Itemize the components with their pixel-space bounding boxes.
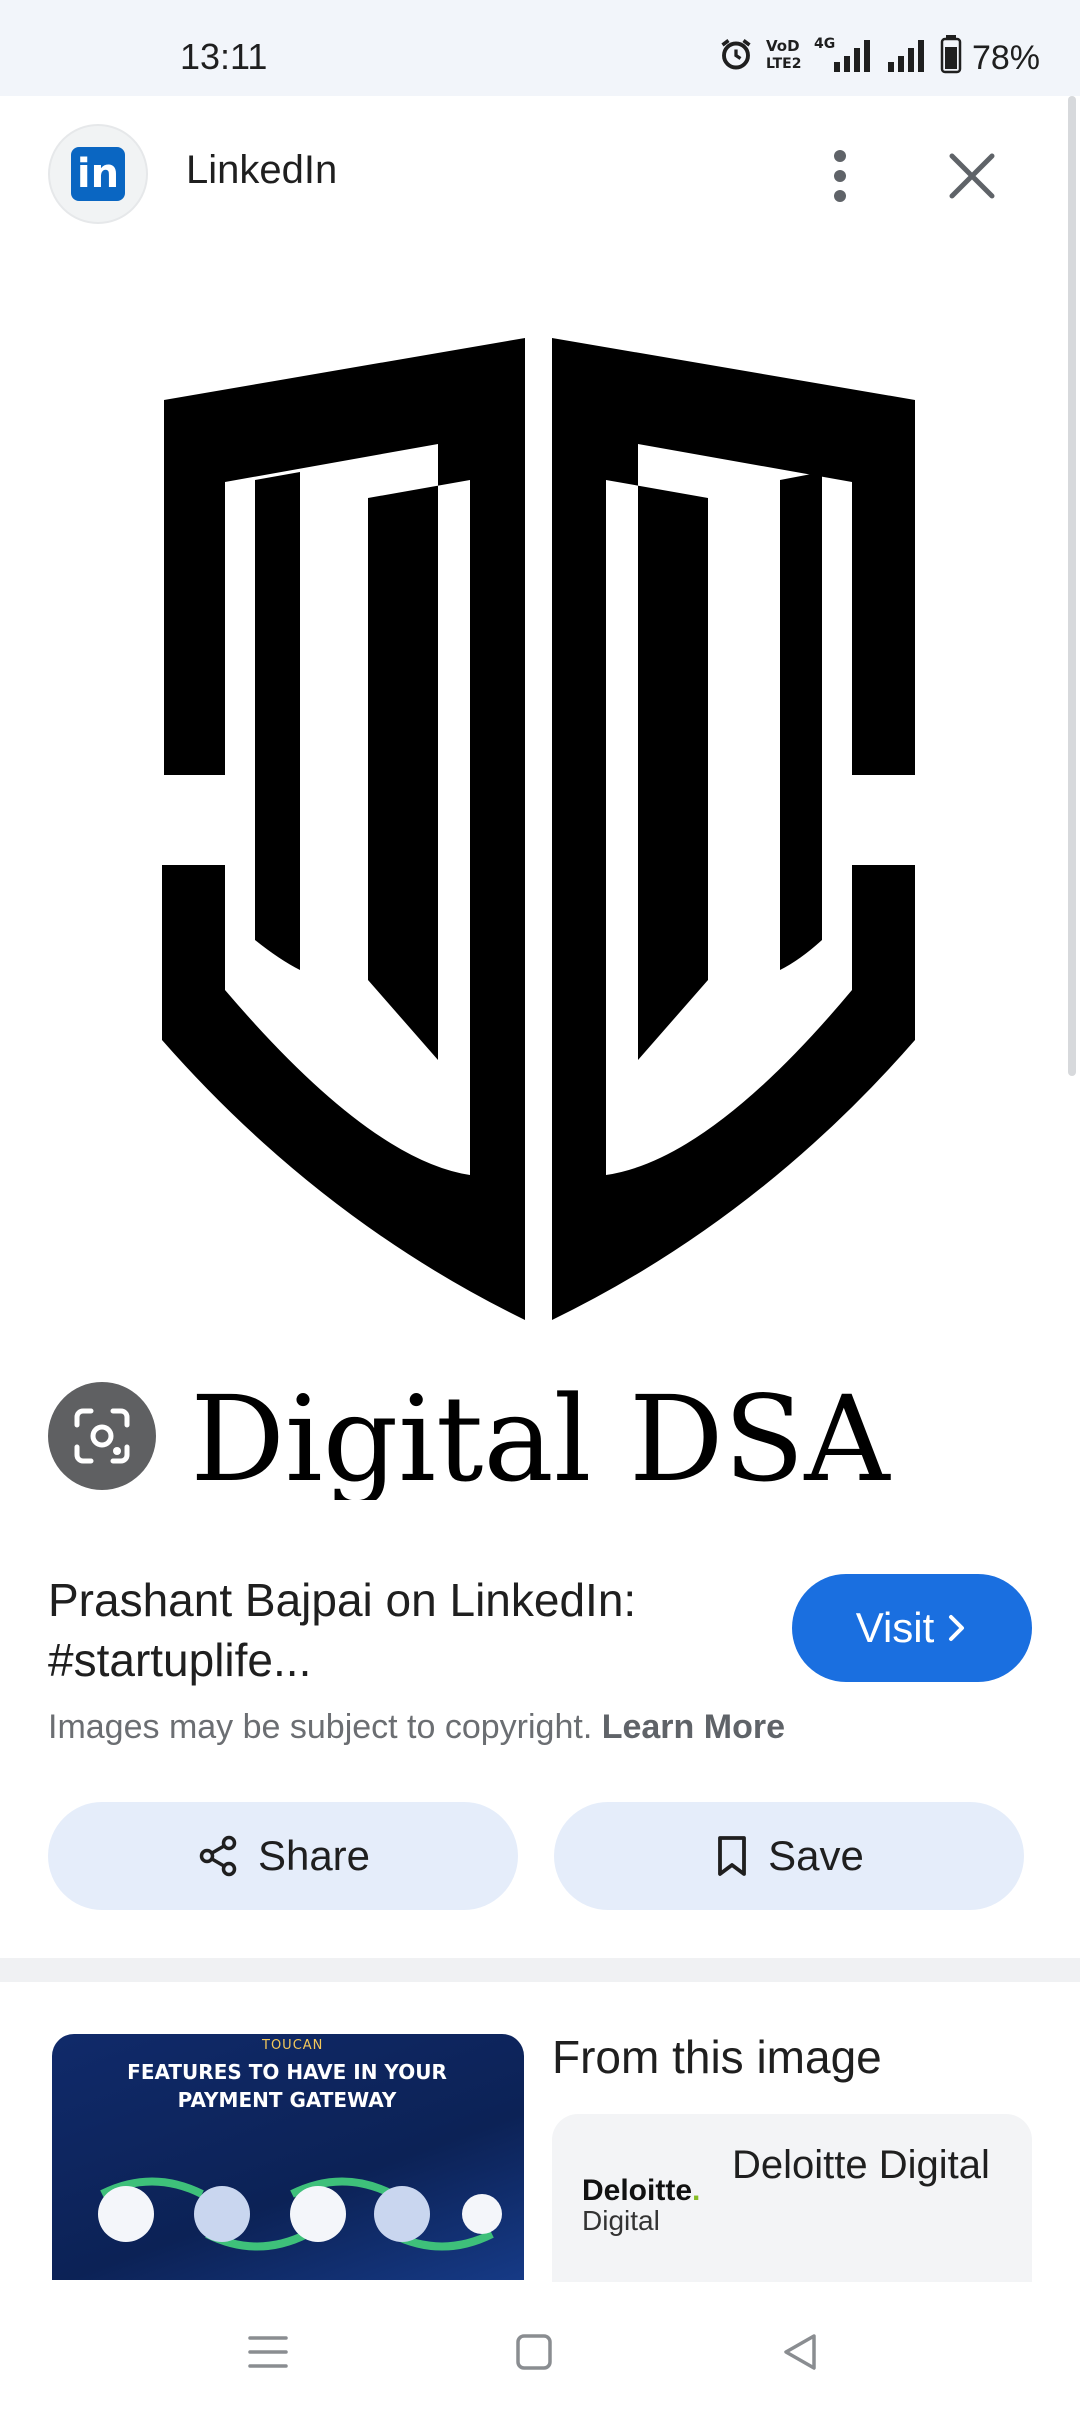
- share-icon: [199, 1835, 237, 1877]
- lens-search-button[interactable]: [48, 1382, 156, 1490]
- save-button[interactable]: Save: [554, 1802, 1024, 1910]
- result-header: in LinkedIn: [0, 96, 1080, 252]
- back-button[interactable]: [760, 2312, 840, 2392]
- site-avatar[interactable]: in: [48, 124, 148, 224]
- linkedin-icon: in: [71, 147, 125, 201]
- thumb-title: FEATURES TO HAVE IN YOUR PAYMENT GATEWAY: [127, 2060, 447, 2112]
- entity-name: Deloitte Digital: [732, 2143, 990, 2187]
- share-button[interactable]: Share: [48, 1802, 518, 1910]
- network-type-label: 4G: [814, 36, 835, 52]
- home-square-icon: [516, 2334, 552, 2370]
- back-triangle-icon: [784, 2334, 816, 2370]
- close-icon: [949, 153, 995, 199]
- related-image-thumbnail[interactable]: TOUCAN FEATURES TO HAVE IN YOUR PAYMENT …: [52, 2034, 524, 2280]
- site-name[interactable]: LinkedIn: [186, 148, 337, 193]
- copyright-note: Images may be subject to copyright. Lear…: [48, 1708, 785, 1747]
- lens-icon: [74, 1408, 130, 1464]
- share-label: Share: [257, 1832, 371, 1879]
- close-button[interactable]: [930, 134, 1014, 218]
- learn-more-link[interactable]: Learn More: [602, 1708, 785, 1746]
- from-this-image-heading: From this image: [552, 2031, 882, 2083]
- battery-icon: [940, 34, 962, 83]
- home-button[interactable]: [494, 2312, 574, 2392]
- visit-button[interactable]: Visit: [792, 1574, 1032, 1682]
- status-icons: VoD LTE2 4G 78%: [718, 34, 1040, 83]
- more-options-button[interactable]: [800, 136, 880, 216]
- thumb-feature-icons: [98, 2177, 502, 2251]
- menu-icon: [248, 2336, 288, 2368]
- recents-button[interactable]: [228, 2312, 308, 2392]
- scrollbar[interactable]: [1068, 96, 1076, 1076]
- digital-dsa-logo: Digital DSA: [162, 338, 915, 1508]
- status-bar: 13:11 VoD LTE2 4G 78%: [0, 0, 1080, 96]
- deloitte-logo: Deloitte. Digital: [582, 2174, 701, 2236]
- battery-percent: 78%: [971, 38, 1040, 77]
- thumb-brand: TOUCAN: [262, 2038, 324, 2053]
- result-image[interactable]: Digital DSA: [140, 320, 940, 1508]
- entity-card[interactable]: Deloitte. Digital Deloitte Digital: [552, 2114, 1032, 2284]
- status-time: 13:11: [180, 36, 268, 77]
- chevron-right-icon: [949, 1615, 965, 1641]
- signal-icon: [886, 34, 930, 83]
- save-label: Save: [768, 1832, 864, 1879]
- svg-text:LTE2: LTE2: [766, 56, 801, 72]
- svg-text:VoD: VoD: [766, 37, 800, 55]
- visit-label: Visit: [855, 1604, 935, 1651]
- bookmark-icon: [718, 1836, 747, 1876]
- result-title[interactable]: Prashant Bajpai on LinkedIn: #startuplif…: [48, 1570, 748, 1690]
- more-vert-icon: [834, 150, 846, 202]
- system-nav-bar: [0, 2282, 1080, 2412]
- signal-4g-icon: 4G: [812, 34, 876, 83]
- volte-icon: VoD LTE2: [764, 36, 802, 81]
- copyright-text: Images may be subject to copyright.: [48, 1708, 593, 1746]
- alarm-icon: [718, 36, 754, 81]
- section-divider: [0, 1958, 1080, 1982]
- logo-text: Digital DSA: [190, 1370, 891, 1500]
